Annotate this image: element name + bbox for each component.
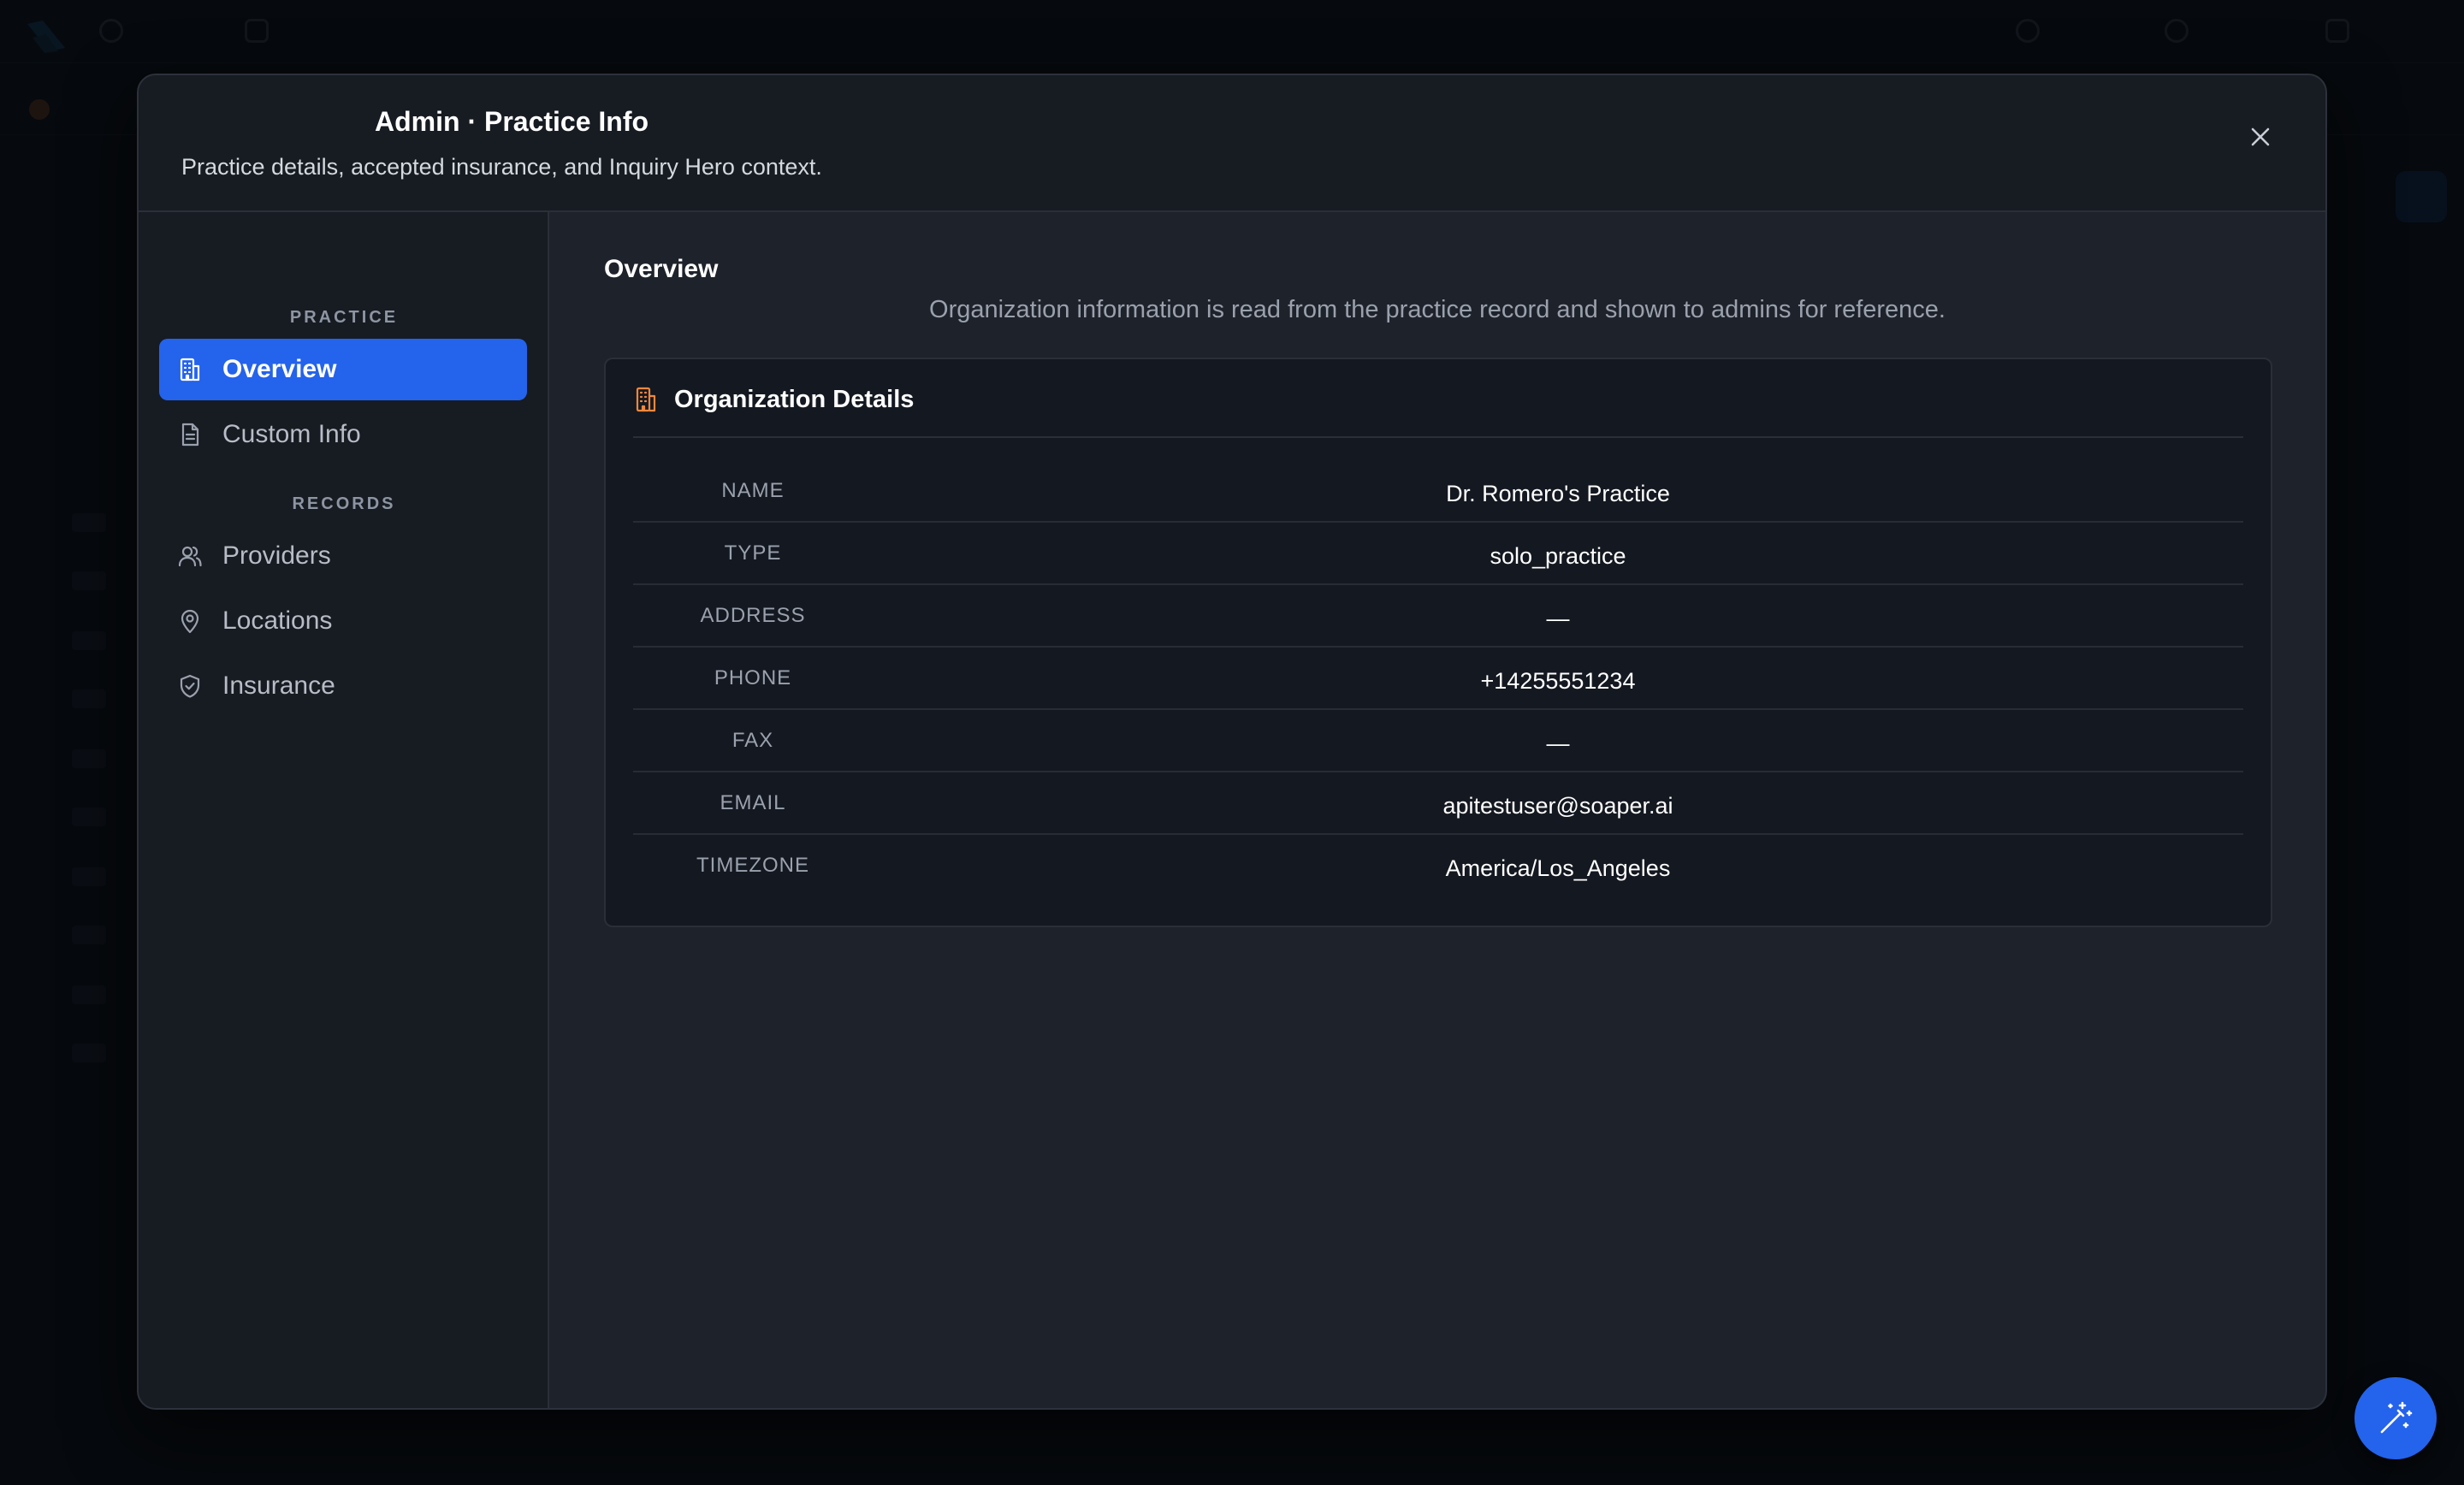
- detail-key: ADDRESS: [700, 604, 806, 627]
- organization-details-card: Organization Details NAME Dr. Romero's P…: [604, 358, 2272, 927]
- modal-header: Admin · Practice Info Practice details, …: [139, 75, 2325, 212]
- detail-key: TIMEZONE: [696, 854, 809, 877]
- sidebar-item-providers[interactable]: Providers: [159, 525, 527, 587]
- close-icon: [2251, 127, 2270, 146]
- detail-row-phone: PHONE +14255551234: [633, 648, 2243, 710]
- detail-value: apitestuser@soaper.ai: [1442, 793, 1673, 819]
- detail-row-fax: FAX —: [633, 710, 2243, 772]
- detail-key: TYPE: [724, 541, 782, 565]
- sidebar-item-label: Providers: [222, 541, 331, 570]
- detail-value: —: [1546, 606, 1570, 631]
- content-title: Overview: [604, 255, 719, 283]
- detail-value: America/Los_Angeles: [1445, 855, 1671, 881]
- detail-key: EMAIL: [720, 791, 786, 814]
- admin-modal: Admin · Practice Info Practice details, …: [137, 74, 2327, 1410]
- detail-row-type: TYPE solo_practice: [633, 523, 2243, 585]
- detail-row-timezone: TIMEZONE America/Los_Angeles: [633, 835, 2243, 897]
- detail-row-name: NAME Dr. Romero's Practice: [633, 460, 2243, 523]
- users-icon: [176, 542, 204, 570]
- map-pin-icon: [176, 607, 204, 635]
- building-icon: [633, 385, 660, 414]
- detail-value: Dr. Romero's Practice: [1446, 481, 1670, 506]
- document-icon: [176, 421, 204, 448]
- sidebar-item-label: Insurance: [222, 672, 335, 700]
- sidebar-item-insurance[interactable]: Insurance: [159, 655, 527, 717]
- sidebar-item-overview[interactable]: Overview: [159, 339, 527, 400]
- sidebar-item-custom-info[interactable]: Custom Info: [159, 404, 527, 465]
- modal-title: Admin · Practice Info: [375, 106, 649, 137]
- detail-key: NAME: [721, 479, 785, 502]
- magic-wand-icon: [2380, 1401, 2413, 1434]
- shield-icon: [176, 672, 204, 700]
- sidebar-item-label: Custom Info: [222, 420, 361, 448]
- magic-assistant-button[interactable]: [2354, 1377, 2437, 1459]
- detail-row-address: ADDRESS —: [633, 585, 2243, 648]
- close-button[interactable]: [2236, 113, 2284, 161]
- sidebar-section-label-records: RECORDS: [292, 494, 396, 513]
- card-header: Organization Details: [633, 385, 2243, 438]
- detail-key: FAX: [732, 729, 774, 752]
- modal-sidebar: PRACTICE Overview Custom Info RECORDS Pr…: [139, 212, 549, 1408]
- detail-value: solo_practice: [1490, 543, 1626, 569]
- modal-content: Overview Organization information is rea…: [549, 212, 2325, 1408]
- sidebar-item-locations[interactable]: Locations: [159, 590, 527, 652]
- sidebar-section-label-practice: PRACTICE: [289, 308, 399, 327]
- card-title: Organization Details: [674, 386, 915, 413]
- detail-value: —: [1546, 731, 1570, 756]
- building-icon: [176, 356, 204, 383]
- detail-value: +14255551234: [1480, 668, 1636, 694]
- sidebar-item-label: Locations: [222, 606, 333, 635]
- modal-subtitle: Practice details, accepted insurance, an…: [181, 154, 822, 180]
- content-description: Organization information is read from th…: [929, 296, 1946, 323]
- sidebar-item-label: Overview: [222, 355, 337, 383]
- detail-key: PHONE: [714, 666, 792, 689]
- detail-row-email: EMAIL apitestuser@soaper.ai: [633, 772, 2243, 835]
